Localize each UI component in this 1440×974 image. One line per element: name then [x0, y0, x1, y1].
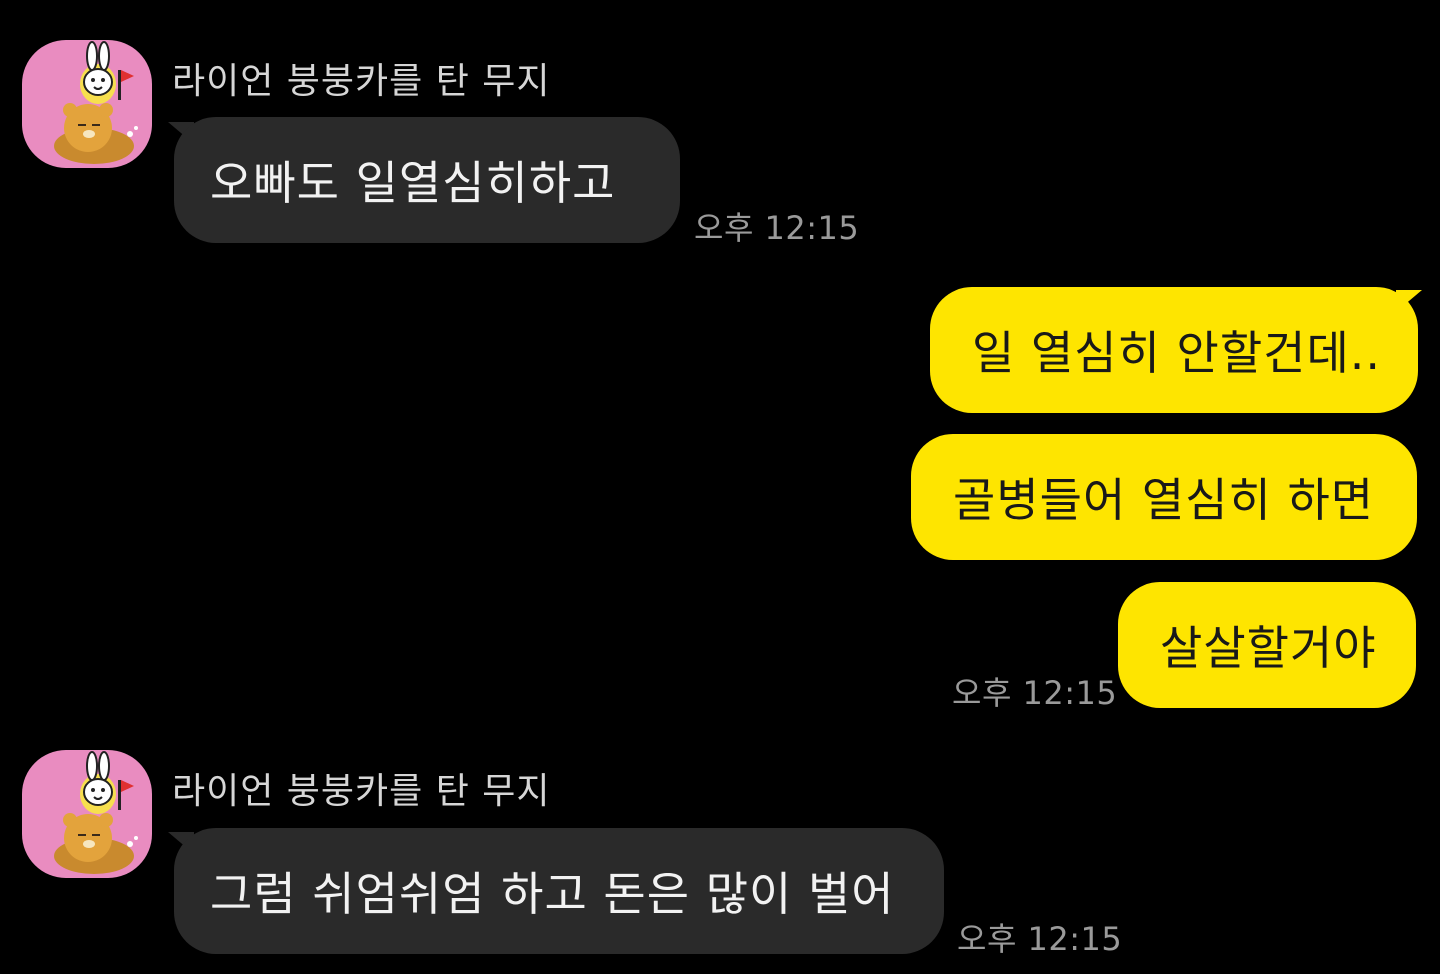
message-time: 오후 12:15 — [694, 209, 860, 247]
message-text: 살살할거야 — [1160, 621, 1377, 675]
chat-room: 라이언 붕붕카를 탄 무지 오빠도 일열심히하고 오후 12:15 일 열심히 … — [0, 0, 1440, 974]
message-bubble-incoming[interactable]: 오빠도 일열심히하고 — [174, 117, 680, 243]
message-bubble-outgoing[interactable]: 살살할거야 — [1118, 582, 1416, 708]
message-time: 오후 12:15 — [957, 920, 1123, 958]
avatar[interactable] — [22, 40, 152, 168]
avatar[interactable] — [22, 750, 152, 878]
message-text: 그럼 쉬엄쉬엄 하고 돈은 많이 벌어 — [210, 867, 895, 921]
message-bubble-incoming[interactable]: 그럼 쉬엄쉬엄 하고 돈은 많이 벌어 — [174, 828, 944, 954]
message-text: 오빠도 일열심히하고 — [210, 156, 616, 210]
message-text: 일 열심히 안할건데.. — [972, 326, 1382, 380]
message-bubble-outgoing[interactable]: 골병들어 열심히 하면 — [911, 434, 1417, 560]
muzi-ryan-avatar-icon — [54, 41, 138, 164]
sender-name: 라이언 붕붕카를 탄 무지 — [172, 61, 551, 102]
sender-name: 라이언 붕붕카를 탄 무지 — [172, 771, 551, 812]
message-text: 골병들어 열심히 하면 — [953, 473, 1375, 527]
muzi-ryan-avatar-icon — [54, 751, 138, 874]
message-bubble-outgoing[interactable]: 일 열심히 안할건데.. — [930, 287, 1418, 413]
message-time: 오후 12:15 — [952, 674, 1118, 712]
